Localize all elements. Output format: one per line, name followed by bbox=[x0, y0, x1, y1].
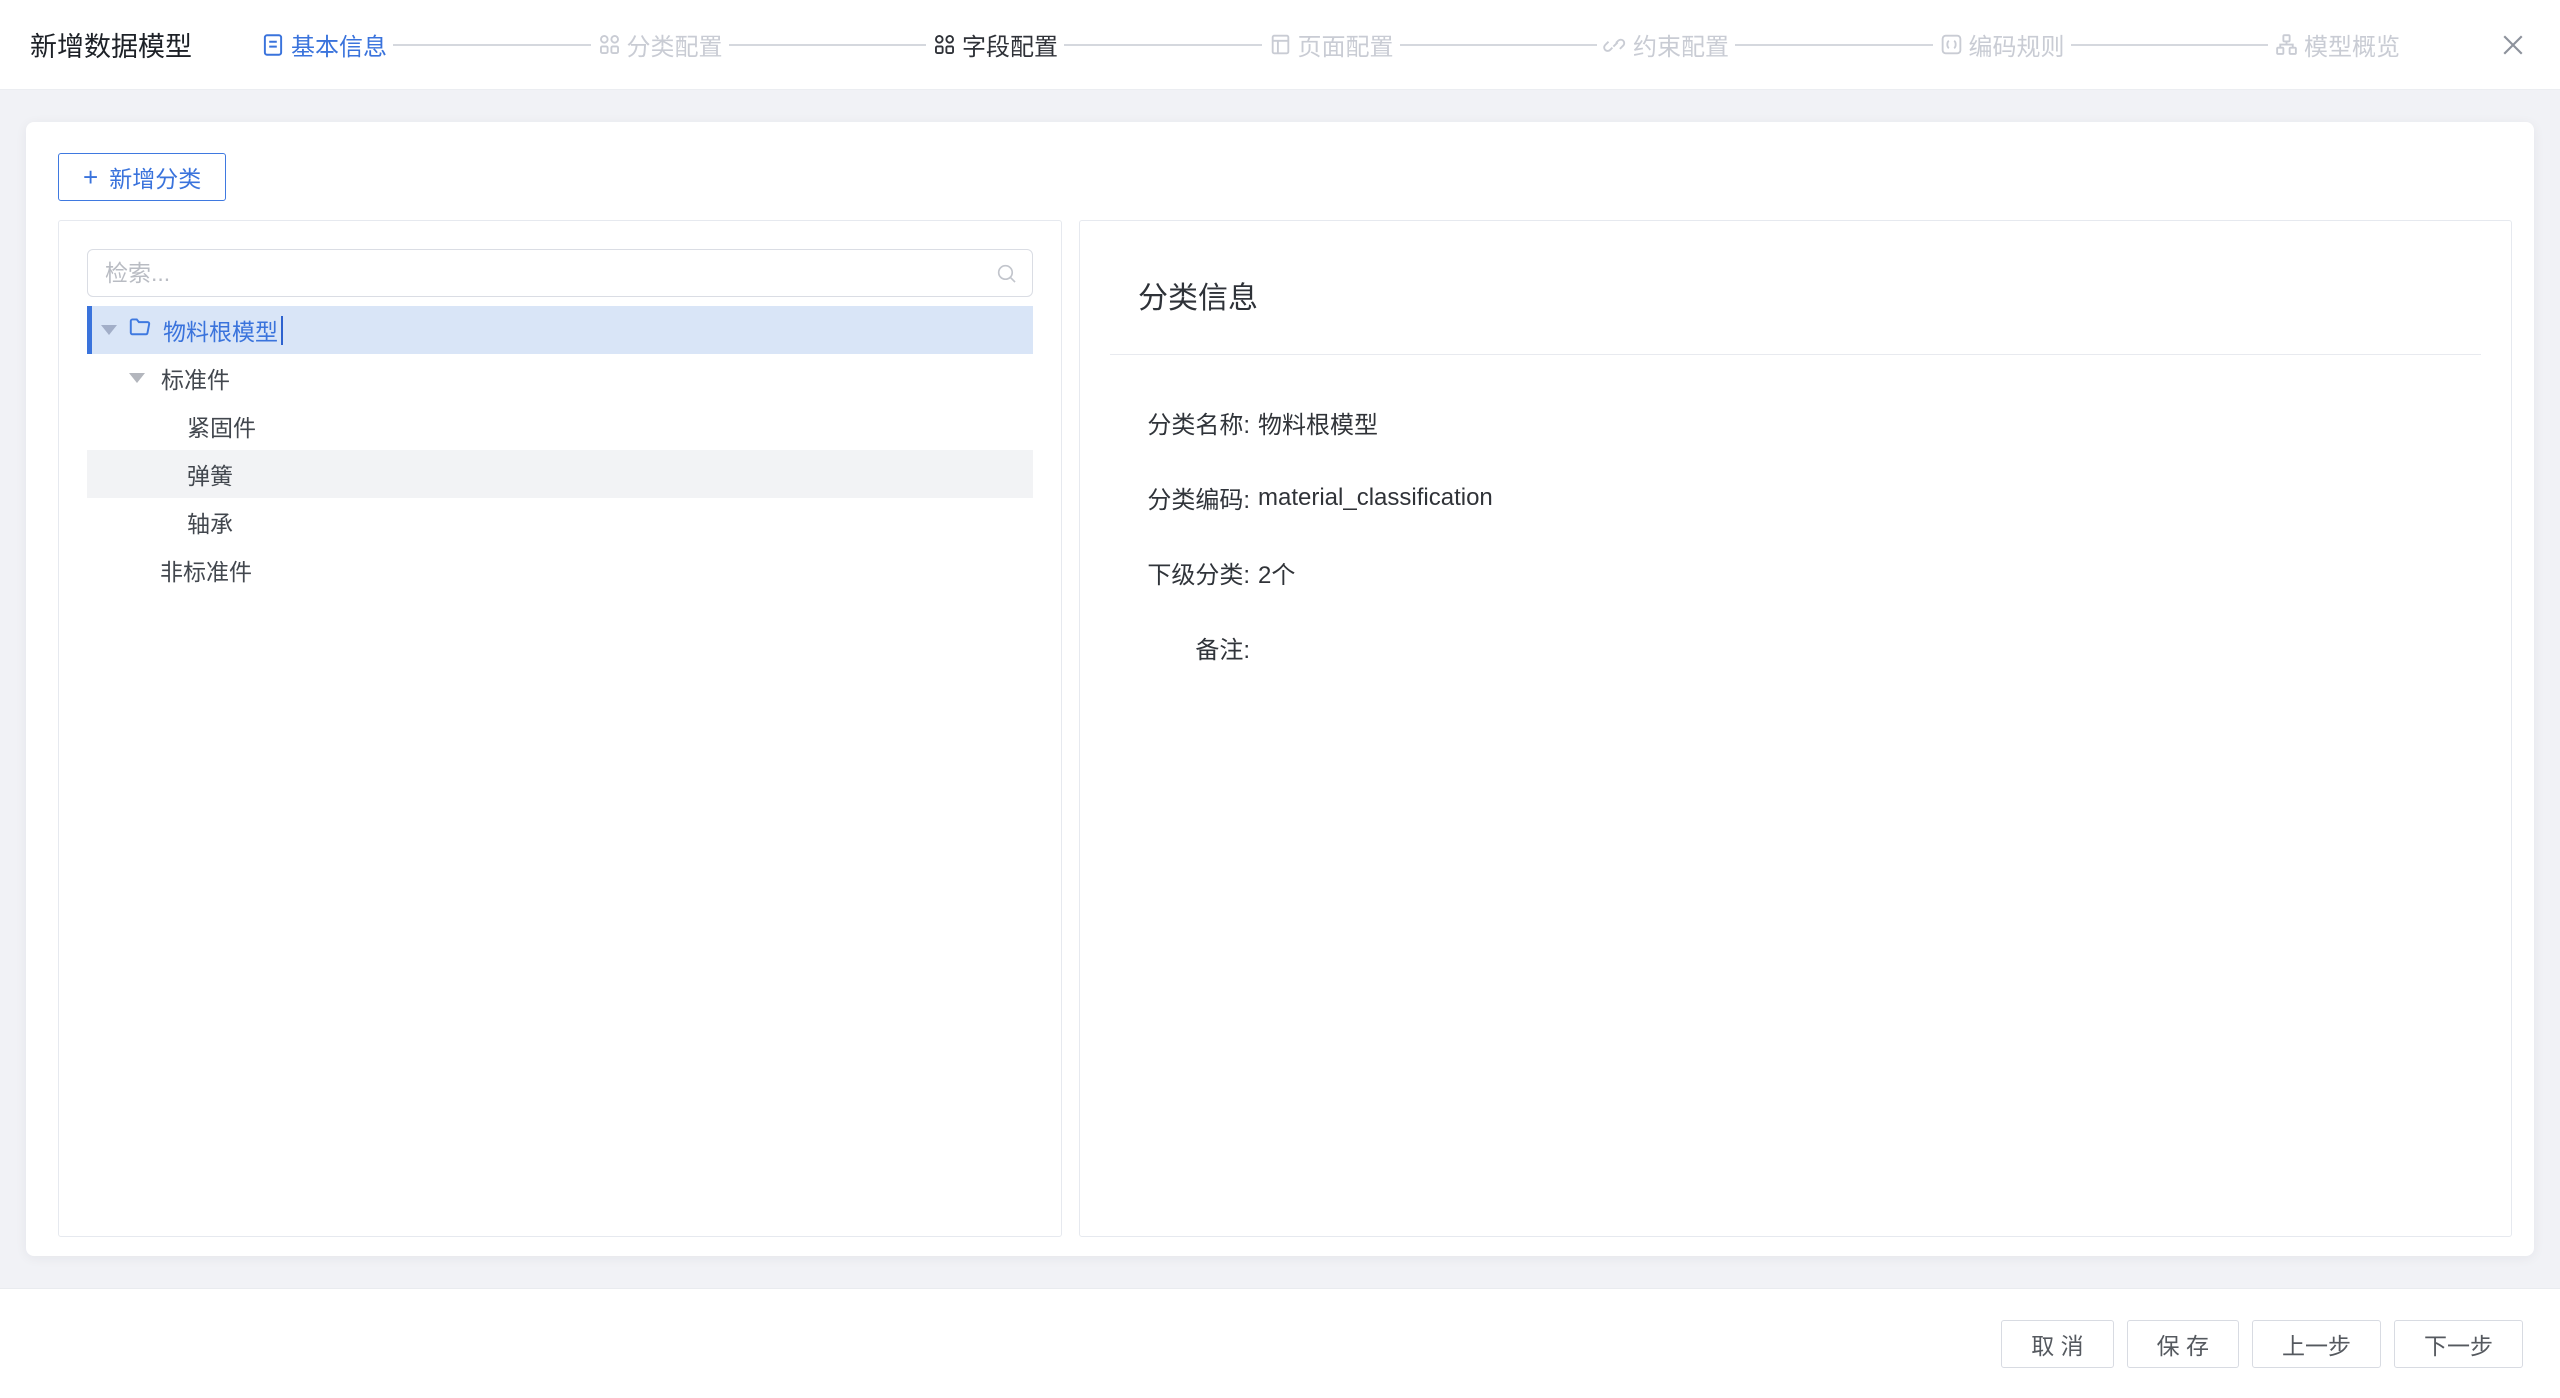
step-coding-rules[interactable]: 编码规则 bbox=[1939, 27, 2065, 62]
info-panel-title: 分类信息 bbox=[1138, 273, 2481, 317]
doc-icon bbox=[260, 32, 286, 58]
step-page-config[interactable]: 页面配置 bbox=[1268, 27, 1394, 62]
field-label: 分类名称: bbox=[1110, 405, 1250, 440]
content-card: + 新增分类 物料根模型标准件紧固件弹簧轴承非标准件 bbox=[26, 122, 2534, 1256]
field-label: 分类编码: bbox=[1110, 480, 1250, 515]
fields-icon bbox=[932, 32, 957, 57]
text-cursor bbox=[281, 316, 283, 345]
caret-down-icon[interactable] bbox=[129, 373, 145, 383]
caret-down-icon[interactable] bbox=[101, 325, 117, 335]
dialog-body: + 新增分类 物料根模型标准件紧固件弹簧轴承非标准件 bbox=[0, 90, 2560, 1288]
tree-node-label: 弹簧 bbox=[187, 457, 233, 491]
dialog-footer: 取 消保 存上一步下一步 bbox=[0, 1288, 2560, 1398]
step-basic-info[interactable]: 基本信息 bbox=[260, 27, 387, 62]
sitemap-icon bbox=[2274, 32, 2299, 57]
info-fields: 分类名称:物料根模型分类编码: material_classification 下级… bbox=[1110, 385, 2481, 685]
step-connector bbox=[1064, 44, 1262, 46]
close-icon[interactable] bbox=[2496, 28, 2530, 62]
tree-node-label: 物料根模型 bbox=[163, 313, 278, 347]
step-constraint-config[interactable]: 约束配置 bbox=[1603, 27, 1729, 62]
save-button[interactable]: 保 存 bbox=[2127, 1320, 2239, 1368]
cancel-button[interactable]: 取 消 bbox=[2001, 1320, 2113, 1368]
next-button[interactable]: 下一步 bbox=[2394, 1320, 2523, 1368]
classification-info-panel: 分类信息 分类名称:物料根模型分类编码: material_classificat… bbox=[1079, 220, 2512, 1237]
tree-node-label: 非标准件 bbox=[160, 553, 252, 587]
field-value: 物料根模型 bbox=[1258, 405, 1378, 440]
step-connector bbox=[729, 44, 927, 46]
page-icon bbox=[1268, 32, 1293, 57]
tree-node[interactable]: 轴承 bbox=[87, 498, 1033, 546]
tree-node-label: 轴承 bbox=[187, 505, 233, 539]
field-value: 2个 bbox=[1258, 555, 1295, 590]
field-label: 备注: bbox=[1110, 630, 1250, 665]
step-connector bbox=[2071, 44, 2269, 46]
category-icon bbox=[597, 32, 622, 57]
tree-node-label: 标准件 bbox=[161, 361, 230, 395]
step-field-config[interactable]: 字段配置 bbox=[932, 27, 1058, 62]
tree-node[interactable]: 物料根模型 bbox=[87, 306, 1033, 354]
divider bbox=[1110, 354, 2481, 355]
search-icon bbox=[994, 261, 1019, 291]
dialog-title: 新增数据模型 bbox=[30, 25, 192, 64]
code-icon bbox=[1939, 32, 1964, 57]
wizard-stepper: 基本信息 分类配置 字段配置 bbox=[260, 27, 2400, 62]
step-model-overview[interactable]: 模型概览 bbox=[2274, 27, 2400, 62]
tree-node[interactable]: 紧固件 bbox=[87, 402, 1033, 450]
tree-node[interactable]: 标准件 bbox=[87, 354, 1033, 402]
info-field-row: 分类编码: material_classification bbox=[1110, 460, 2481, 535]
classification-tree-panel: 物料根模型标准件紧固件弹簧轴承非标准件 bbox=[58, 220, 1062, 1237]
tree-node-label: 紧固件 bbox=[187, 409, 256, 443]
link-icon bbox=[1603, 32, 1628, 57]
step-connector bbox=[1400, 44, 1598, 46]
info-field-row: 分类名称:物料根模型 bbox=[1110, 385, 2481, 460]
tree-node[interactable]: 非标准件 bbox=[87, 546, 1033, 594]
step-connector bbox=[393, 44, 591, 46]
add-category-button[interactable]: + 新增分类 bbox=[58, 153, 226, 201]
field-label: 下级分类: bbox=[1110, 555, 1250, 590]
tree-node[interactable]: 弹簧 bbox=[87, 450, 1033, 498]
classification-tree: 物料根模型标准件紧固件弹簧轴承非标准件 bbox=[87, 306, 1033, 594]
plus-icon: + bbox=[83, 164, 98, 190]
field-value: material_classification bbox=[1258, 484, 1493, 512]
step-connector bbox=[1735, 44, 1933, 46]
dialog-header: 新增数据模型 基本信息 分类配置 bbox=[0, 0, 2560, 90]
folder-icon bbox=[127, 314, 153, 346]
info-field-row: 下级分类:2个 bbox=[1110, 535, 2481, 610]
step-category-config[interactable]: 分类配置 bbox=[597, 27, 723, 62]
search-input[interactable] bbox=[87, 249, 1033, 297]
info-field-row: 备注: bbox=[1110, 610, 2481, 685]
prev-button[interactable]: 上一步 bbox=[2252, 1320, 2381, 1368]
